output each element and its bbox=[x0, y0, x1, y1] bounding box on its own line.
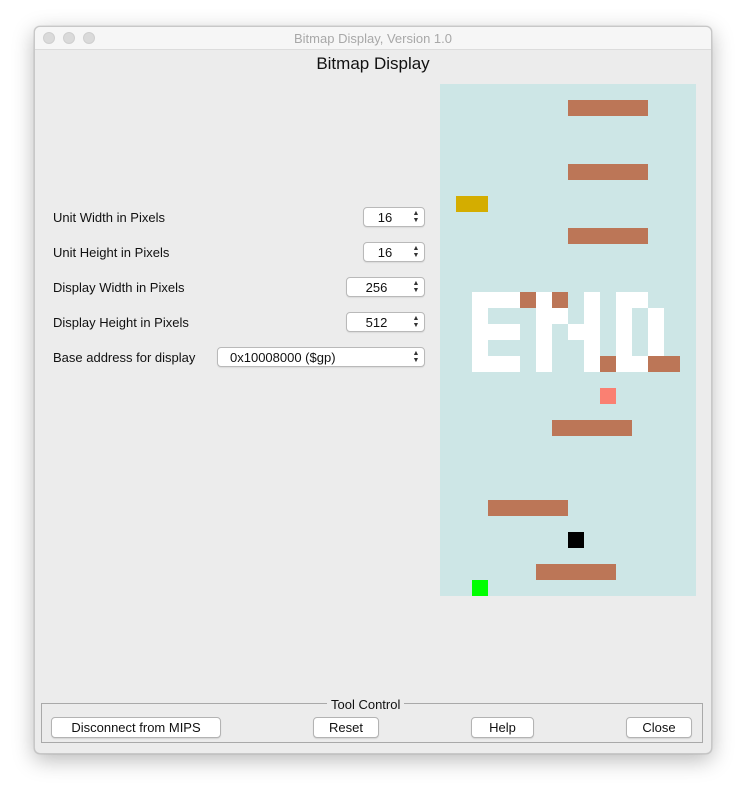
close-button[interactable]: Close bbox=[626, 717, 692, 738]
tool-control-legend: Tool Control bbox=[327, 697, 405, 712]
end-letter-n bbox=[584, 292, 600, 372]
end-letter-e bbox=[488, 324, 520, 340]
base-address-label: Base address for display bbox=[53, 350, 196, 365]
up-down-arrows-icon[interactable]: ▲ ▼ bbox=[411, 210, 421, 224]
platform-fragment bbox=[600, 356, 616, 372]
unit-width-spinner[interactable]: 16 ▲ ▼ bbox=[363, 207, 425, 227]
platform-fragment bbox=[648, 356, 680, 372]
window-title: Bitmap Display, Version 1.0 bbox=[294, 31, 452, 46]
platform-fragment bbox=[520, 292, 536, 308]
end-letter-e bbox=[472, 292, 488, 372]
end-letter-d bbox=[632, 292, 648, 308]
reset-button[interactable]: Reset bbox=[313, 717, 379, 738]
title-bar[interactable]: Bitmap Display, Version 1.0 bbox=[35, 27, 711, 50]
end-letter-d bbox=[616, 292, 632, 372]
end-letter-d bbox=[648, 308, 664, 356]
platform bbox=[552, 420, 632, 436]
display-height-spinner[interactable]: 512 ▲ ▼ bbox=[346, 312, 425, 332]
up-down-arrows-icon[interactable]: ▲ ▼ bbox=[411, 315, 421, 329]
black-pixel bbox=[568, 532, 584, 548]
platform-fragment bbox=[552, 292, 568, 308]
display-height-value: 512 bbox=[365, 315, 388, 330]
unit-height-label: Unit Height in Pixels bbox=[53, 245, 170, 260]
disconnect-from-mips-button[interactable]: Disconnect from MIPS bbox=[51, 717, 221, 738]
end-letter-d bbox=[632, 356, 648, 372]
display-width-label: Display Width in Pixels bbox=[53, 280, 185, 295]
end-letter-n bbox=[536, 292, 552, 372]
platform bbox=[568, 228, 648, 244]
player-pixel bbox=[472, 580, 488, 596]
yellow-block bbox=[456, 196, 488, 212]
display-height-label: Display Height in Pixels bbox=[53, 315, 189, 330]
help-button[interactable]: Help bbox=[471, 717, 534, 738]
up-down-arrows-icon[interactable]: ▲ ▼ bbox=[411, 245, 421, 259]
display-width-value: 256 bbox=[365, 280, 388, 295]
bitmap-display-window: Bitmap Display, Version 1.0 Bitmap Displ… bbox=[34, 26, 712, 754]
platform bbox=[568, 100, 648, 116]
platform bbox=[536, 564, 616, 580]
end-letter-n bbox=[552, 308, 568, 324]
page-title: Bitmap Display bbox=[316, 54, 430, 73]
end-letter-e bbox=[488, 356, 520, 372]
unit-width-label: Unit Width in Pixels bbox=[53, 210, 165, 225]
up-down-arrows-icon[interactable]: ▲ ▼ bbox=[411, 350, 421, 364]
bitmap-display-canvas bbox=[440, 84, 696, 596]
base-address-value: 0x10008000 ($gp) bbox=[230, 350, 336, 365]
platform bbox=[488, 500, 568, 516]
unit-height-spinner[interactable]: 16 ▲ ▼ bbox=[363, 242, 425, 262]
unit-height-value: 16 bbox=[377, 245, 393, 260]
end-letter-e bbox=[488, 292, 520, 308]
unit-width-value: 16 bbox=[377, 210, 393, 225]
display-width-spinner[interactable]: 256 ▲ ▼ bbox=[346, 277, 425, 297]
end-letter-n bbox=[568, 324, 584, 340]
platform bbox=[568, 164, 648, 180]
base-address-select[interactable]: 0x10008000 ($gp) ▲ ▼ bbox=[217, 347, 425, 367]
pink-pixel bbox=[600, 388, 616, 404]
up-down-arrows-icon[interactable]: ▲ ▼ bbox=[411, 280, 421, 294]
